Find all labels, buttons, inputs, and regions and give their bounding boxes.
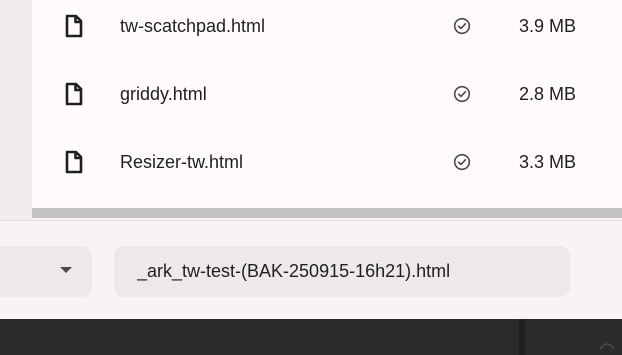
- file-icon: [65, 82, 83, 106]
- dialog-footer: [0, 221, 622, 319]
- file-type-select[interactable]: [0, 246, 92, 297]
- tray-icon[interactable]: [598, 337, 616, 351]
- taskbar: [0, 319, 622, 355]
- file-row[interactable]: griddy.html 2.8 MB: [32, 68, 622, 136]
- file-icon: [65, 14, 83, 38]
- check-circle-icon: [453, 85, 471, 103]
- file-name: griddy.html: [120, 84, 207, 104]
- sidebar-strip: [0, 0, 32, 220]
- file-icon: [65, 150, 83, 174]
- file-name: tw-scatchpad.html: [120, 16, 266, 36]
- file-row[interactable]: tw-scatchpad.html 3.9 MB: [32, 0, 622, 68]
- check-circle-icon: [453, 153, 471, 171]
- filename-field[interactable]: [114, 246, 570, 297]
- check-circle-icon: [453, 17, 471, 35]
- file-row[interactable]: Resizer-tw.html 3.3 MB: [32, 136, 622, 204]
- taskbar-divider: [519, 319, 525, 355]
- file-name: Resizer-tw.html: [120, 152, 244, 172]
- filename-input[interactable]: [137, 246, 570, 297]
- horizontal-scrollbar[interactable]: [32, 208, 622, 218]
- file-size: 2.8 MB: [519, 84, 577, 104]
- file-list: tw-scatchpad.html 3.9 MB griddy.html 2.8…: [32, 0, 622, 208]
- file-size: 3.9 MB: [519, 16, 577, 36]
- chevron-down-icon[interactable]: [60, 267, 72, 273]
- file-size: 3.3 MB: [519, 152, 577, 172]
